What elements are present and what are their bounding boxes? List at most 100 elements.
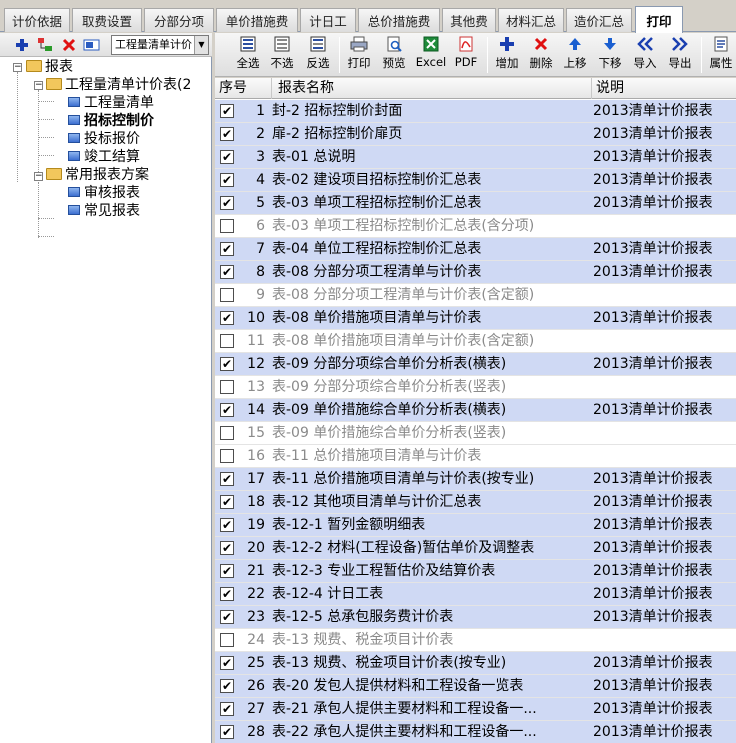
select-all-button[interactable]: 全选 — [231, 35, 265, 75]
tab-unit-measures[interactable]: 单价措施费 — [216, 8, 298, 32]
row-checkbox[interactable]: ✔ — [220, 472, 234, 486]
table-row[interactable]: 24 表-13 规费、税金项目计价表 — [215, 629, 736, 652]
row-checkbox[interactable]: ✔ — [220, 541, 234, 555]
table-row[interactable]: ✔ 28 表-22 承包人提供主要材料和工程设备一... 2013清单计价报表 — [215, 721, 736, 743]
row-checkbox[interactable] — [220, 380, 234, 394]
tab-print[interactable]: 打印 — [635, 6, 683, 33]
table-row[interactable]: ✔ 20 表-12-2 材料(工程设备)暂估单价及调整表 2013清单计价报表 — [215, 537, 736, 560]
chevron-down-icon[interactable]: ▼ — [194, 36, 208, 54]
table-row[interactable]: ✔ 18 表-12 其他项目清单与计价汇总表 2013清单计价报表 — [215, 491, 736, 514]
table-row[interactable]: ✔ 25 表-13 规费、税金项目计价表(按专业) 2013清单计价报表 — [215, 652, 736, 675]
tab-other-fees[interactable]: 其他费 — [442, 8, 496, 32]
row-checkbox[interactable] — [220, 334, 234, 348]
row-checkbox[interactable]: ✔ — [220, 702, 234, 716]
table-row[interactable]: ✔ 14 表-09 单价措施综合单价分析表(横表) 2013清单计价报表 — [215, 399, 736, 422]
table-row[interactable]: 13 表-09 分部分项综合单价分析表(竖表) — [215, 376, 736, 399]
tab-sub-items[interactable]: 分部分项 — [144, 8, 214, 32]
col-header-number[interactable]: 序号 — [215, 78, 272, 99]
row-checkbox[interactable]: ✔ — [220, 265, 234, 279]
table-row[interactable]: ✔ 21 表-12-3 专业工程暂估价及结算价表 2013清单计价报表 — [215, 560, 736, 583]
tree-expand-toggle[interactable]: − — [34, 81, 43, 90]
row-checkbox[interactable]: ✔ — [220, 403, 234, 417]
tab-total-measures[interactable]: 总价措施费 — [358, 8, 440, 32]
tree-item-control-price[interactable]: 招标控制价 — [68, 112, 154, 130]
tree-expand-toggle[interactable]: − — [34, 172, 43, 181]
table-row[interactable]: ✔ 23 表-12-5 总承包服务费计价表 2013清单计价报表 — [215, 606, 736, 629]
preview-button[interactable]: 预览 — [377, 35, 411, 75]
row-checkbox[interactable]: ✔ — [220, 104, 234, 118]
row-checkbox[interactable]: ✔ — [220, 610, 234, 624]
row-checkbox[interactable]: ✔ — [220, 242, 234, 256]
row-checkbox[interactable]: ✔ — [220, 679, 234, 693]
add-node-button[interactable] — [13, 36, 31, 54]
row-checkbox[interactable]: ✔ — [220, 127, 234, 141]
tree-item-final-settlement[interactable]: 竣工结算 — [68, 148, 140, 166]
delete-node-button[interactable] — [60, 36, 78, 54]
tree-item-common-report[interactable]: 常见报表 — [68, 202, 140, 220]
table-row[interactable]: ✔ 26 表-20 发包人提供材料和工程设备一览表 2013清单计价报表 — [215, 675, 736, 698]
table-row[interactable]: ✔ 22 表-12-4 计日工表 2013清单计价报表 — [215, 583, 736, 606]
table-row[interactable]: ✔ 17 表-11 总价措施项目清单与计价表(按专业) 2013清单计价报表 — [215, 468, 736, 491]
select-none-button[interactable]: 不选 — [265, 35, 299, 75]
row-checkbox[interactable]: ✔ — [220, 564, 234, 578]
tab-cost-summary[interactable]: 造价汇总 — [566, 8, 632, 32]
print-button[interactable]: 打印 — [342, 35, 376, 75]
table-row[interactable]: ✔ 8 表-08 分部分项工程清单与计价表 2013清单计价报表 — [215, 261, 736, 284]
row-checkbox[interactable] — [220, 426, 234, 440]
row-checkbox[interactable]: ✔ — [220, 495, 234, 509]
table-row[interactable]: ✔ 2 扉-2 招标控制价扉页 2013清单计价报表 — [215, 123, 736, 146]
tree-node-group-common[interactable]: 常用报表方案 — [46, 166, 149, 184]
table-row[interactable]: 6 表-03 单项工程招标控制价汇总表(含分项) — [215, 215, 736, 238]
move-up-button[interactable]: 上移 — [558, 35, 592, 75]
row-checkbox[interactable] — [220, 219, 234, 233]
table-row[interactable]: ✔ 12 表-09 分部分项综合单价分析表(横表) 2013清单计价报表 — [215, 353, 736, 376]
tab-pricing-basis[interactable]: 计价依据 — [4, 8, 70, 32]
tree-node-group-bill-pricing[interactable]: 工程量清单计价表(2 — [46, 76, 191, 94]
export-button[interactable]: 导出 — [663, 35, 697, 75]
export-excel-button[interactable]: Excel — [414, 35, 448, 75]
row-checkbox[interactable] — [220, 288, 234, 302]
invert-select-button[interactable]: 反选 — [301, 35, 335, 75]
table-row[interactable]: ✔ 4 表-02 建设项目招标控制价汇总表 2013清单计价报表 — [215, 169, 736, 192]
row-checkbox[interactable] — [220, 633, 234, 647]
tree-item-audit-report[interactable]: 审核报表 — [68, 184, 140, 202]
tab-fee-settings[interactable]: 取费设置 — [72, 8, 142, 32]
tree-expand-toggle[interactable]: − — [13, 63, 22, 72]
import-button[interactable]: 导入 — [628, 35, 662, 75]
col-header-report-name[interactable]: 报表名称 — [272, 78, 592, 99]
export-pdf-button[interactable]: PDF — [449, 35, 483, 75]
row-checkbox[interactable] — [220, 449, 234, 463]
row-checkbox[interactable]: ✔ — [220, 311, 234, 325]
tree-node-root[interactable]: 报表 — [26, 58, 73, 76]
table-row[interactable]: ✔ 27 表-21 承包人提供主要材料和工程设备一... 2013清单计价报表 — [215, 698, 736, 721]
table-row[interactable]: 11 表-08 单价措施项目清单与计价表(含定额) — [215, 330, 736, 353]
table-row[interactable]: 15 表-09 单价措施综合单价分析表(竖表) — [215, 422, 736, 445]
table-row[interactable]: 9 表-08 分部分项工程清单与计价表(含定额) — [215, 284, 736, 307]
rename-node-button[interactable] — [83, 36, 101, 54]
row-checkbox[interactable]: ✔ — [220, 196, 234, 210]
row-checkbox[interactable]: ✔ — [220, 587, 234, 601]
table-row[interactable]: ✔ 1 封-2 招标控制价封面 2013清单计价报表 — [215, 100, 736, 123]
table-row[interactable]: ✔ 19 表-12-1 暂列金额明细表 2013清单计价报表 — [215, 514, 736, 537]
row-checkbox[interactable]: ✔ — [220, 518, 234, 532]
add-child-button[interactable] — [36, 36, 54, 54]
tree-item-quantity-list[interactable]: 工程量清单 — [68, 94, 154, 112]
tab-daywork[interactable]: 计日工 — [300, 8, 356, 32]
report-scheme-select[interactable]: 工程量清单计价 ▼ — [111, 35, 209, 55]
tree-item-bid-price[interactable]: 投标报价 — [68, 130, 140, 148]
col-header-note[interactable]: 说明 — [592, 78, 736, 99]
move-down-button[interactable]: 下移 — [593, 35, 627, 75]
table-row[interactable]: 16 表-11 总价措施项目清单与计价表 — [215, 445, 736, 468]
properties-button[interactable]: 属性 — [704, 35, 736, 75]
row-checkbox[interactable]: ✔ — [220, 173, 234, 187]
row-checkbox[interactable]: ✔ — [220, 357, 234, 371]
table-row[interactable]: ✔ 5 表-03 单项工程招标控制价汇总表 2013清单计价报表 — [215, 192, 736, 215]
row-checkbox[interactable]: ✔ — [220, 656, 234, 670]
table-row[interactable]: ✔ 7 表-04 单位工程招标控制价汇总表 2013清单计价报表 — [215, 238, 736, 261]
table-row[interactable]: ✔ 10 表-08 单价措施项目清单与计价表 2013清单计价报表 — [215, 307, 736, 330]
tab-material-summary[interactable]: 材料汇总 — [498, 8, 564, 32]
add-report-button[interactable]: 增加 — [490, 35, 524, 75]
row-checkbox[interactable]: ✔ — [220, 150, 234, 164]
row-checkbox[interactable]: ✔ — [220, 725, 234, 739]
delete-report-button[interactable]: 删除 — [524, 35, 558, 75]
